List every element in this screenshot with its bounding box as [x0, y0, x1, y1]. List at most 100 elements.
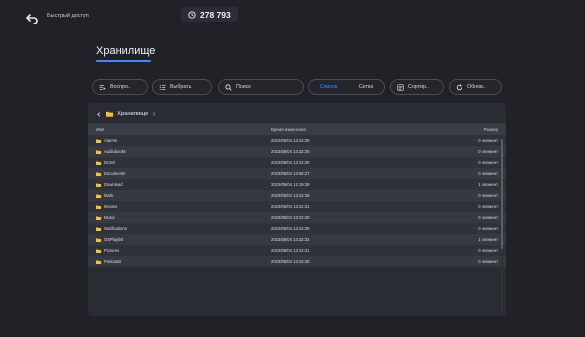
- row-size: 0 элемент: [478, 215, 498, 220]
- folder-icon: [96, 205, 101, 209]
- row-size: 0 элемент: [478, 160, 498, 165]
- row-modified: 2023/05/04 12:19:39: [271, 182, 310, 187]
- refresh-button[interactable]: Обнов..: [449, 79, 502, 95]
- table-header: Имя Время изменения Размер: [88, 123, 506, 135]
- page-title: Хранилище: [96, 45, 156, 57]
- view-mode-toggle: Список Сетка: [308, 79, 385, 95]
- file-manager-screen: Быстрый доступ 278 793 Хранилище Воспро.…: [0, 0, 585, 337]
- row-size: 0 элемент: [478, 248, 498, 253]
- table-row[interactable]: OSPlaylist 2023/05/04 13:22:32 1 элемент: [88, 234, 506, 245]
- row-size: 0 элемент: [478, 226, 498, 231]
- play-button-label: Воспро..: [110, 84, 131, 90]
- folder-icon: [96, 172, 101, 176]
- quick-access-title[interactable]: Быстрый доступ: [47, 13, 89, 19]
- file-list-panel: Хранилище Имя Время изменения Размер Ala…: [88, 103, 506, 316]
- chevron-right-icon: [153, 112, 156, 116]
- row-modified: 2023/05/04 13:22:30: [271, 226, 310, 231]
- storage-counter-badge: 278 793: [181, 7, 238, 22]
- scrollbar-thumb[interactable]: [501, 139, 503, 249]
- table-body: Alarms 2023/05/04 13:22:30 0 элемент Audiob…: [88, 135, 506, 267]
- sort-icon: [397, 83, 404, 91]
- folder-icon: [96, 260, 101, 264]
- column-modified-header[interactable]: Время изменения: [271, 127, 457, 132]
- table-row[interactable]: Mark 2023/05/04 13:22:39 0 элемент: [88, 190, 506, 201]
- table-row[interactable]: Music 2023/05/04 13:22:30 0 элемент: [88, 212, 506, 223]
- row-name-cell: Notifications: [88, 226, 271, 231]
- table-row[interactable]: Movies 2023/05/04 13:22:31 0 элемент: [88, 201, 506, 212]
- row-modified: 2023/05/04 13:22:39: [271, 193, 310, 198]
- row-size: 0 элемент: [478, 204, 498, 209]
- back-arrow-icon[interactable]: [26, 11, 38, 25]
- table-row[interactable]: Alarms 2023/05/04 13:22:30 0 элемент: [88, 135, 506, 146]
- search-input[interactable]: Поиск: [218, 79, 304, 95]
- checklist-icon: [159, 84, 166, 90]
- row-name: Music: [104, 215, 115, 220]
- folder-icon: [96, 194, 101, 198]
- row-size: 0 элемент: [478, 138, 498, 143]
- breadcrumb: Хранилище: [96, 109, 156, 119]
- row-name-cell: Alarms: [88, 138, 271, 143]
- view-grid-option[interactable]: Сетка: [359, 84, 373, 90]
- row-size: 1 элемент: [478, 237, 498, 242]
- row-name: Audiobooks: [104, 149, 126, 154]
- row-size: 1 элемент: [478, 182, 498, 187]
- row-size: 0 элемент: [478, 171, 498, 176]
- row-name: Download: [104, 182, 123, 187]
- row-name: OSPlaylist: [104, 237, 124, 242]
- select-button[interactable]: Выбрать: [152, 79, 212, 95]
- title-underline: [96, 60, 151, 62]
- play-list-icon: [99, 84, 106, 90]
- folder-icon: [96, 249, 101, 253]
- table-row[interactable]: Notifications 2023/05/04 13:22:30 0 элемен…: [88, 223, 506, 234]
- row-size: 0 элемент: [478, 149, 498, 154]
- row-name-cell: Pictures: [88, 248, 271, 253]
- sort-button[interactable]: Сортир..: [390, 79, 444, 95]
- row-modified: 2023/05/04 13:22:30: [271, 259, 310, 264]
- table-row[interactable]: Pictures 2023/05/04 13:22:31 0 элемент: [88, 245, 506, 256]
- row-name-cell: Documents: [88, 171, 271, 176]
- table-row[interactable]: Documents 2023/05/04 13:58:27 0 элемент: [88, 168, 506, 179]
- row-modified: 2023/05/04 13:58:27: [271, 171, 310, 176]
- row-name-cell: Mark: [88, 193, 271, 198]
- folder-icon: [96, 216, 101, 220]
- top-bar: Быстрый доступ 278 793: [0, 0, 585, 30]
- row-name: Mark: [104, 193, 114, 198]
- row-name: Notifications: [104, 226, 127, 231]
- row-size: 0 элемент: [478, 259, 498, 264]
- folder-icon: [96, 161, 101, 165]
- folder-icon: [96, 238, 101, 242]
- column-size-header[interactable]: Размер: [457, 127, 506, 132]
- chevron-left-icon[interactable]: [96, 111, 102, 117]
- counter-value: 278 793: [200, 9, 231, 20]
- table-row[interactable]: DCIM 2023/05/04 13:22:30 0 элемент: [88, 157, 506, 168]
- row-modified: 2023/05/04 13:22:30: [271, 160, 310, 165]
- row-name-cell: Podcasts: [88, 259, 271, 264]
- refresh-button-label: Обнов..: [467, 84, 486, 90]
- row-modified: 2023/05/04 13:22:30: [271, 149, 310, 154]
- table-row[interactable]: Podcasts 2023/05/04 13:22:30 0 элемент: [88, 256, 506, 267]
- row-name: Alarms: [104, 138, 118, 143]
- folder-icon: [106, 111, 113, 117]
- clock-badge-icon: [188, 10, 196, 19]
- row-size: 0 элемент: [478, 193, 498, 198]
- row-modified: 2023/05/04 13:22:30: [271, 138, 310, 143]
- row-name-cell: Download: [88, 182, 271, 187]
- folder-icon: [96, 183, 101, 187]
- row-name-cell: Audiobooks: [88, 149, 271, 154]
- row-name: Pictures: [104, 248, 120, 253]
- folder-icon: [96, 150, 101, 154]
- column-name-header[interactable]: Имя: [88, 127, 271, 132]
- row-name-cell: Music: [88, 215, 271, 220]
- sort-button-label: Сортир..: [408, 84, 429, 90]
- play-button[interactable]: Воспро..: [92, 79, 148, 95]
- table-row[interactable]: Audiobooks 2023/05/04 13:22:30 0 элемент: [88, 146, 506, 157]
- row-modified: 2023/05/04 13:22:30: [271, 215, 310, 220]
- view-list-option[interactable]: Список: [320, 84, 338, 90]
- select-button-label: Выбрать: [170, 84, 192, 90]
- table-row[interactable]: Download 2023/05/04 12:19:39 1 элемент: [88, 179, 506, 190]
- row-name-cell: Movies: [88, 204, 271, 209]
- row-name: DCIM: [104, 160, 115, 165]
- row-name: Podcasts: [104, 259, 122, 264]
- row-name-cell: DCIM: [88, 160, 271, 165]
- breadcrumb-current[interactable]: Хранилище: [117, 111, 148, 117]
